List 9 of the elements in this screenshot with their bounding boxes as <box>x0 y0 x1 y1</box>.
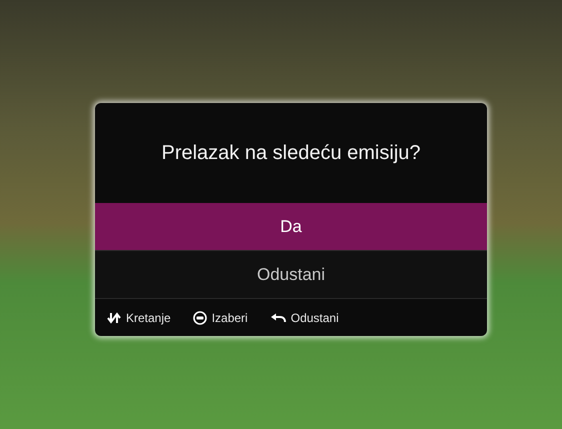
back-arrow-icon <box>270 312 286 322</box>
hint-label: Izaberi <box>212 310 248 324</box>
hint-label: Odustani <box>290 310 339 324</box>
dialog-title: Prelazak na sledeću emisiju? <box>160 140 422 166</box>
hint-label: Kretanje <box>126 310 171 324</box>
ok-button-icon <box>192 310 207 324</box>
menu-option[interactable]: Da <box>95 203 487 251</box>
up-down-arrows-icon <box>107 312 121 324</box>
menu-option[interactable]: Odustani <box>95 251 487 299</box>
